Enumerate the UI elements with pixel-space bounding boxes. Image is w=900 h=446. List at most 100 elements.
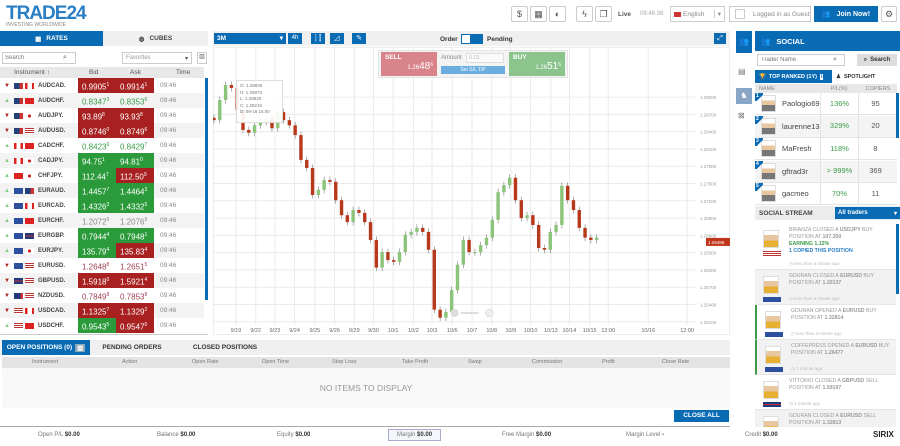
bid-price[interactable]: 94.751 xyxy=(78,153,116,168)
ask-price[interactable]: 94.810 xyxy=(116,153,154,168)
ask-price[interactable]: 1.20769 xyxy=(116,213,154,228)
ask-price[interactable]: 1.59214 xyxy=(116,273,154,288)
settings-gear-icon[interactable]: ⚙ xyxy=(881,6,897,22)
col-stop-loss[interactable]: Stop Loss xyxy=(332,359,356,365)
col-profit[interactable]: Profit xyxy=(602,359,615,365)
rate-row[interactable]: ▲ CADJPY. 94.751 94.810 09:46 xyxy=(0,153,204,168)
trade24-logo[interactable]: TRADE24 INVESTING WORLDWIDE xyxy=(6,3,87,28)
stream-item[interactable]: BRIANZA CLOSED A USDJPY BUY POSITION AT … xyxy=(755,224,896,270)
ask-price[interactable]: 135.834 xyxy=(116,243,154,258)
trader-name[interactable]: gacmeo xyxy=(776,189,820,198)
col-open-time[interactable]: Open Time xyxy=(262,359,289,365)
search-button[interactable]: ⌕ Search xyxy=(857,54,897,66)
amount-input[interactable]: 0.01 xyxy=(466,53,504,63)
tab-cubes[interactable]: ◍ CUBES xyxy=(103,31,208,46)
trader-link[interactable]: VITTORIO xyxy=(789,378,813,384)
trader-row[interactable]: 4 gftrad3r > 999% 369 xyxy=(755,160,897,183)
trader-search[interactable]: ⌕ xyxy=(757,54,845,66)
traders-scrollbar[interactable] xyxy=(896,93,899,138)
tab-rates[interactable]: ▦ RATES xyxy=(0,31,103,46)
zoom-in-icon[interactable] xyxy=(485,308,494,318)
rate-row[interactable]: ▼ GBPUSD. 1.59180 1.59214 09:46 xyxy=(0,273,204,288)
stream-item[interactable]: GDURAN CLOSED A EURUSD SELL POSITION AT … xyxy=(755,410,896,427)
bid-price[interactable]: 135.794 xyxy=(78,243,116,258)
col-swap[interactable]: Swap xyxy=(468,359,482,365)
social-side-icon[interactable]: 👥 xyxy=(736,31,752,53)
join-now-button[interactable]: 👥 Join Now! xyxy=(814,6,878,22)
bid-price[interactable]: 0.87460 xyxy=(78,123,116,138)
trader-link[interactable]: COFFEPRESS xyxy=(791,343,826,349)
col-close-rate[interactable]: Close Rate xyxy=(662,359,689,365)
rate-row[interactable]: ▲ EURJPY. 135.794 135.834 09:46 xyxy=(0,243,204,258)
rate-row[interactable]: ▼ AUDUSD. 0.87460 0.87496 09:46 xyxy=(0,123,204,138)
trader-name[interactable]: Paologio69 xyxy=(776,99,820,108)
bid-price[interactable]: 0.83473 xyxy=(78,93,116,108)
bid-price[interactable]: 93.898 xyxy=(78,108,116,123)
bid-price[interactable]: 1.59180 xyxy=(78,273,116,288)
col-commission[interactable]: Commission xyxy=(532,359,562,365)
rate-row[interactable]: ▲ USDCHF. 0.95435 0.95470 09:46 xyxy=(0,318,204,333)
col-action[interactable]: Action xyxy=(122,359,137,365)
stream-scrollbar[interactable] xyxy=(896,224,899,294)
ask-price[interactable]: 0.87496 xyxy=(116,123,154,138)
bid-price[interactable]: 0.78498 xyxy=(78,288,116,303)
bid-price[interactable]: 0.99051 xyxy=(78,78,116,93)
tab-pending-orders[interactable]: PENDING ORDERS xyxy=(92,340,172,355)
trader-link[interactable]: BRIANZA xyxy=(789,227,811,233)
trader-link[interactable]: GDURAN xyxy=(789,413,811,419)
summary-margin[interactable]: Margin $0.00 xyxy=(388,429,442,441)
rate-row[interactable]: ▲ EURCHF. 1.20726 1.20769 09:46 xyxy=(0,213,204,228)
trader-link[interactable]: GDURAN xyxy=(789,273,811,279)
news-side-icon[interactable]: ▤ xyxy=(738,67,746,76)
col-instrument[interactable]: Instrument xyxy=(32,359,58,365)
ask-price[interactable]: 0.99141 xyxy=(116,78,154,93)
ask-price[interactable]: 1.43325 xyxy=(116,198,154,213)
language-select[interactable]: English ▾ xyxy=(670,6,725,22)
stream-filter-select[interactable]: All traders ▾ xyxy=(835,207,900,219)
col-open-rate[interactable]: Open Rate xyxy=(192,359,219,365)
bid-price[interactable]: 0.84236 xyxy=(78,138,116,153)
col-ask[interactable]: Ask xyxy=(102,69,141,76)
bid-price[interactable]: 1.13257 xyxy=(78,303,116,318)
tab-closed-positions[interactable]: CLOSED POSITIONS xyxy=(180,340,270,355)
period-select[interactable]: 3M ▾ xyxy=(214,33,286,44)
interval-button[interactable]: 4h xyxy=(288,33,302,44)
info-icon[interactable]: i xyxy=(819,73,824,80)
trader-name[interactable]: gftrad3r xyxy=(776,167,820,176)
bid-price[interactable]: 0.95435 xyxy=(78,318,116,333)
sell-button[interactable]: SELL 1.26486 xyxy=(381,52,437,76)
rates-search[interactable]: ⌕ xyxy=(2,52,76,64)
trader-link[interactable]: GDURAN xyxy=(791,308,813,314)
trader-row[interactable]: 3 MaFresh 118% 8 xyxy=(755,137,897,160)
stream-item[interactable]: GDURAN OPENED A EURUSD BUY POSITION AT 1… xyxy=(755,305,896,340)
rate-row[interactable]: ▼ USDCAD. 1.13257 1.13292 09:46 xyxy=(0,303,204,318)
set-sl-tp-button[interactable]: Set S/L T/P xyxy=(441,66,505,74)
login-status[interactable]: Logged in as Guest xyxy=(729,6,811,22)
stream-item[interactable]: GDURAN CLOSED A EURUSD BUY POSITION AT 1… xyxy=(755,270,896,305)
window-icon[interactable]: ❐ xyxy=(595,6,612,22)
col-take-profit[interactable]: Take Profit xyxy=(402,359,428,365)
ask-price[interactable]: 0.79481 xyxy=(116,228,154,243)
rate-row[interactable]: ▼ AUDCAD. 0.99051 0.99141 09:46 xyxy=(0,78,204,93)
favorites-select[interactable]: Favorites ▾ xyxy=(122,52,192,64)
col-instrument[interactable]: Instrument ↑ xyxy=(0,69,64,76)
rate-row[interactable]: ▲ EURCAD. 1.43263 1.43325 09:46 xyxy=(0,198,204,213)
tab-spotlight[interactable]: ♟ SPOTLIGHT xyxy=(836,70,896,83)
candles-icon[interactable]: ┆┇ xyxy=(311,33,325,44)
rate-row[interactable]: ▼ EURUSD. 1.26488 1.26515 09:46 xyxy=(0,258,204,273)
col-time[interactable]: Time xyxy=(140,69,190,76)
columns-icon[interactable]: ▥ xyxy=(75,343,86,352)
draw-icon[interactable]: ✎ xyxy=(352,33,366,44)
ask-price[interactable]: 1.13292 xyxy=(116,303,154,318)
bid-price[interactable]: 0.79444 xyxy=(78,228,116,243)
rate-row[interactable]: ▲ AUDCHF. 0.83473 0.83536 09:46 xyxy=(0,93,204,108)
bid-price[interactable]: 1.20726 xyxy=(78,213,116,228)
trader-name-input[interactable] xyxy=(758,57,833,63)
indicators-icon[interactable]: ◿ xyxy=(330,33,344,44)
currency-icon[interactable]: $ xyxy=(511,6,528,22)
calculator-side-icon[interactable]: ⊠ xyxy=(738,111,745,120)
flash-icon[interactable]: ϟ xyxy=(576,6,593,22)
ask-price[interactable]: 1.44643 xyxy=(116,183,154,198)
stream-item[interactable]: VITTORIO CLOSED A GBPUSD SELL POSITION A… xyxy=(755,375,896,410)
ask-price[interactable]: 1.26515 xyxy=(116,258,154,273)
